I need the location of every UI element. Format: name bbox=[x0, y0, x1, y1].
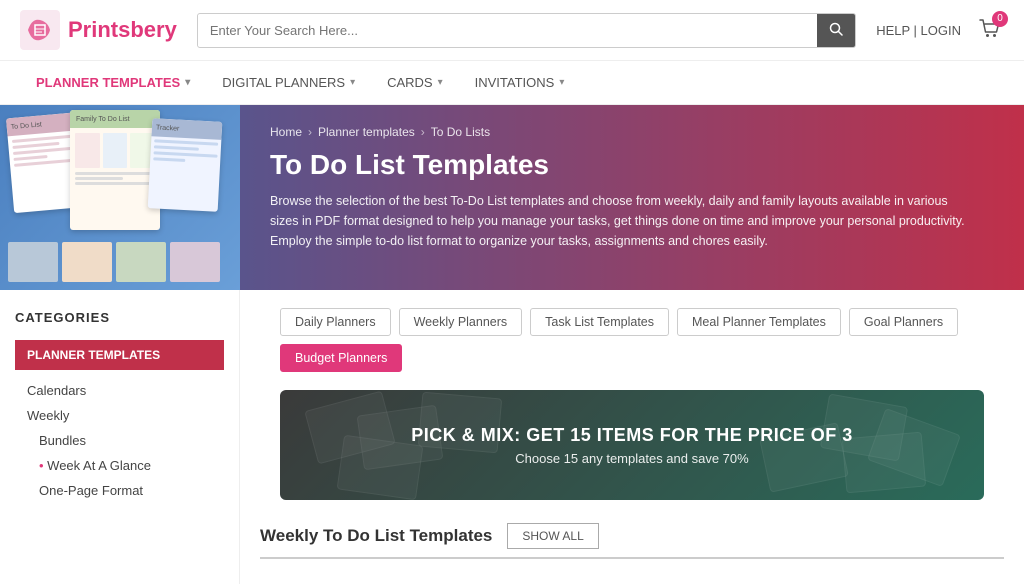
promo-main-text: PICK & MIX: GET 15 ITEMS FOR THE PRICE O… bbox=[411, 425, 853, 446]
cart-badge: 0 bbox=[992, 11, 1008, 27]
search-button[interactable] bbox=[817, 14, 855, 47]
header-right: HELP | LOGIN 0 bbox=[876, 15, 1004, 46]
sidebar-item-bundles[interactable]: Bundles bbox=[15, 428, 224, 453]
nav-item-planner-templates[interactable]: PLANNER TEMPLATES ▾ bbox=[20, 61, 206, 104]
weekly-section-header: Weekly To Do List Templates SHOW ALL bbox=[260, 508, 1004, 559]
chevron-down-icon: ▾ bbox=[559, 77, 564, 88]
sidebar-item-weekly[interactable]: Weekly bbox=[15, 403, 224, 428]
sidebar: CATEGORIES PLANNER TEMPLATES Calendars W… bbox=[0, 290, 240, 584]
chevron-down-icon: ▾ bbox=[185, 77, 190, 88]
nav-item-invitations[interactable]: INVITATIONS ▾ bbox=[459, 61, 581, 104]
todo-image-3: Tracker bbox=[148, 118, 223, 212]
breadcrumb-home[interactable]: Home bbox=[270, 125, 302, 139]
breadcrumb: Home › Planner templates › To Do Lists bbox=[270, 125, 994, 139]
hero-content: Home › Planner templates › To Do Lists T… bbox=[240, 105, 1024, 290]
weekly-section-title: Weekly To Do List Templates bbox=[260, 526, 492, 546]
filter-budget-planners[interactable]: Budget Planners bbox=[280, 344, 402, 372]
hero-description: Browse the selection of the best To-Do L… bbox=[270, 191, 970, 251]
breadcrumb-sep-2: › bbox=[421, 125, 425, 139]
filter-bar: Daily Planners Weekly Planners Task List… bbox=[260, 290, 1004, 382]
sidebar-item-calendars[interactable]: Calendars bbox=[15, 378, 224, 403]
hero-banner: To Do List Family To Do List bbox=[0, 105, 1024, 290]
promo-text: PICK & MIX: GET 15 ITEMS FOR THE PRICE O… bbox=[411, 425, 853, 466]
breadcrumb-sep-1: › bbox=[308, 125, 312, 139]
sidebar-title: CATEGORIES bbox=[15, 310, 224, 325]
filter-weekly-planners[interactable]: Weekly Planners bbox=[399, 308, 523, 336]
nav-item-digital-planners[interactable]: DIGITAL PLANNERS ▾ bbox=[206, 61, 371, 104]
logo-text: Printsbery bbox=[68, 17, 177, 43]
cart-button[interactable]: 0 bbox=[976, 15, 1004, 46]
breadcrumb-current: To Do Lists bbox=[431, 125, 490, 139]
sidebar-item-one-page-format[interactable]: One-Page Format bbox=[15, 478, 224, 503]
chevron-down-icon: ▾ bbox=[350, 77, 355, 88]
filter-goal-planners[interactable]: Goal Planners bbox=[849, 308, 958, 336]
promo-banner[interactable]: PICK & MIX: GET 15 ITEMS FOR THE PRICE O… bbox=[280, 390, 984, 500]
sidebar-section-planner-templates[interactable]: PLANNER TEMPLATES bbox=[15, 340, 224, 370]
hero-images: To Do List Family To Do List bbox=[0, 105, 240, 290]
main-nav: PLANNER TEMPLATES ▾ DIGITAL PLANNERS ▾ C… bbox=[0, 61, 1024, 105]
search-bar bbox=[197, 13, 856, 48]
promo-sub-text: Choose 15 any templates and save 70% bbox=[411, 451, 853, 466]
filter-meal-planner-templates[interactable]: Meal Planner Templates bbox=[677, 308, 841, 336]
filter-task-list-templates[interactable]: Task List Templates bbox=[530, 308, 669, 336]
logo[interactable]: Printsbery bbox=[20, 10, 177, 50]
chevron-down-icon: ▾ bbox=[438, 77, 443, 88]
show-all-button[interactable]: SHOW ALL bbox=[507, 523, 598, 549]
search-icon bbox=[829, 22, 843, 36]
nav-item-cards[interactable]: CARDS ▾ bbox=[371, 61, 459, 104]
page-title: To Do List Templates bbox=[270, 149, 994, 181]
logo-icon bbox=[20, 10, 60, 50]
sidebar-item-week-at-a-glance[interactable]: Week At A Glance bbox=[15, 453, 224, 478]
search-input[interactable] bbox=[198, 15, 817, 46]
site-header: Printsbery HELP | LOGIN 0 bbox=[0, 0, 1024, 61]
help-login-link[interactable]: HELP | LOGIN bbox=[876, 23, 961, 38]
main-content: Daily Planners Weekly Planners Task List… bbox=[240, 290, 1024, 584]
breadcrumb-planner-templates[interactable]: Planner templates bbox=[318, 125, 415, 139]
filter-daily-planners[interactable]: Daily Planners bbox=[280, 308, 391, 336]
content-area: CATEGORIES PLANNER TEMPLATES Calendars W… bbox=[0, 290, 1024, 584]
todo-image-2: Family To Do List bbox=[70, 110, 160, 230]
